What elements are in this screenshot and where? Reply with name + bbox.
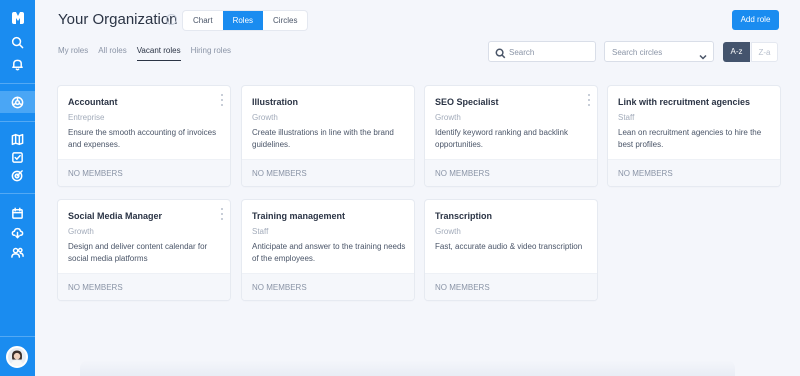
role-circle: Growth: [68, 227, 94, 236]
role-card[interactable]: Link with recruitment agencies Staff Lea…: [608, 86, 780, 186]
role-members: NO MEMBERS: [435, 169, 490, 178]
bell-icon[interactable]: [0, 53, 35, 75]
more-menu-icon[interactable]: [219, 94, 225, 106]
add-role-button[interactable]: Add role: [732, 10, 779, 30]
circles-select[interactable]: Search circles: [604, 41, 714, 62]
role-description: Anticipate and answer to the training ne…: [252, 242, 406, 263]
sidebar: [0, 0, 35, 376]
more-menu-icon[interactable]: [219, 208, 225, 220]
role-members: NO MEMBERS: [252, 283, 307, 292]
role-title: SEO Specialist: [435, 97, 499, 107]
role-card[interactable]: Social Media Manager Growth Design and d…: [58, 200, 230, 300]
role-members: NO MEMBERS: [435, 283, 490, 292]
role-description: Identify keyword ranking and backlink op…: [435, 128, 568, 149]
avatar[interactable]: [6, 346, 28, 368]
role-members: NO MEMBERS: [252, 169, 307, 178]
role-circle: Growth: [252, 113, 278, 122]
view-roles-button[interactable]: Roles: [222, 11, 264, 30]
search-input[interactable]: Search: [488, 41, 596, 62]
sidebar-divider: [0, 83, 35, 84]
logo-icon[interactable]: [0, 7, 35, 29]
search-icon: [495, 46, 506, 59]
role-members-footer: NO MEMBERS: [425, 273, 597, 300]
search-placeholder: Search: [509, 48, 535, 57]
role-circle: Growth: [435, 227, 461, 236]
role-members: NO MEMBERS: [68, 283, 123, 292]
circles-select-placeholder: Search circles: [612, 48, 663, 57]
role-circle: Staff: [252, 227, 269, 236]
role-description: Fast, accurate audio & video transcripti…: [435, 242, 583, 251]
role-members: NO MEMBERS: [618, 169, 673, 178]
role-title: Social Media Manager: [68, 211, 163, 221]
chevron-down-icon: [699, 48, 707, 60]
role-description: Design and deliver content calendar for …: [68, 242, 208, 263]
role-card[interactable]: Training management Staff Anticipate and…: [242, 200, 414, 300]
role-description: Ensure the smooth accounting of invoices…: [68, 128, 217, 149]
page-title: Your Organization: [58, 11, 178, 28]
tab-vacant-roles[interactable]: Vacant roles: [136, 46, 181, 61]
role-members-footer: NO MEMBERS: [242, 159, 414, 186]
more-menu-icon[interactable]: [586, 94, 592, 106]
role-members-footer: NO MEMBERS: [242, 273, 414, 300]
main-content: Your Organization Chart Roles Circles Ad…: [35, 0, 800, 376]
role-title: Training management: [252, 211, 346, 221]
role-members-footer: NO MEMBERS: [58, 273, 230, 300]
info-icon[interactable]: [166, 14, 177, 25]
role-card[interactable]: SEO Specialist Growth Identify keyword r…: [425, 86, 597, 186]
role-title: Accountant: [68, 97, 118, 107]
role-members-footer: NO MEMBERS: [425, 159, 597, 186]
role-filter-tabs: My roles All roles Vacant roles Hiring r…: [58, 46, 231, 61]
tab-my-roles[interactable]: My roles: [58, 46, 88, 61]
view-circles-button[interactable]: Circles: [263, 11, 307, 30]
sidebar-divider: [0, 121, 35, 122]
cloud-icon[interactable]: [0, 221, 35, 243]
search-icon[interactable]: [0, 31, 35, 53]
role-description: Create illustrations in line with the br…: [252, 128, 394, 149]
role-circle: Entreprise: [68, 113, 105, 122]
role-card[interactable]: Accountant Entreprise Ensure the smooth …: [58, 86, 230, 186]
role-card[interactable]: Illustration Growth Create illustrations…: [242, 86, 414, 186]
sidebar-divider: [0, 336, 35, 337]
tab-all-roles[interactable]: All roles: [98, 46, 126, 61]
role-title: Link with recruitment agencies: [618, 97, 751, 107]
sidebar-divider: [0, 193, 35, 194]
roles-icon[interactable]: [0, 91, 35, 113]
role-members: NO MEMBERS: [68, 169, 123, 178]
role-members-footer: NO MEMBERS: [608, 159, 780, 186]
role-circle: Growth: [435, 113, 461, 122]
role-title: Illustration: [252, 97, 299, 107]
tab-hiring-roles[interactable]: Hiring roles: [191, 46, 231, 61]
sort-za-button[interactable]: Z-a: [751, 42, 778, 62]
role-title: Transcription: [435, 211, 493, 221]
people-icon[interactable]: [0, 241, 35, 263]
target-icon[interactable]: [0, 164, 35, 186]
role-circle: Staff: [618, 113, 635, 122]
view-switcher: Chart Roles Circles: [183, 11, 308, 30]
role-description: Lean on recruitment agencies to hire the…: [618, 128, 762, 149]
sort-az-button[interactable]: A-z: [723, 42, 750, 62]
role-members-footer: NO MEMBERS: [58, 159, 230, 186]
role-card[interactable]: Transcription Growth Fast, accurate audi…: [425, 200, 597, 300]
view-chart-button[interactable]: Chart: [183, 11, 223, 30]
bottom-panel-edge: [80, 360, 735, 376]
